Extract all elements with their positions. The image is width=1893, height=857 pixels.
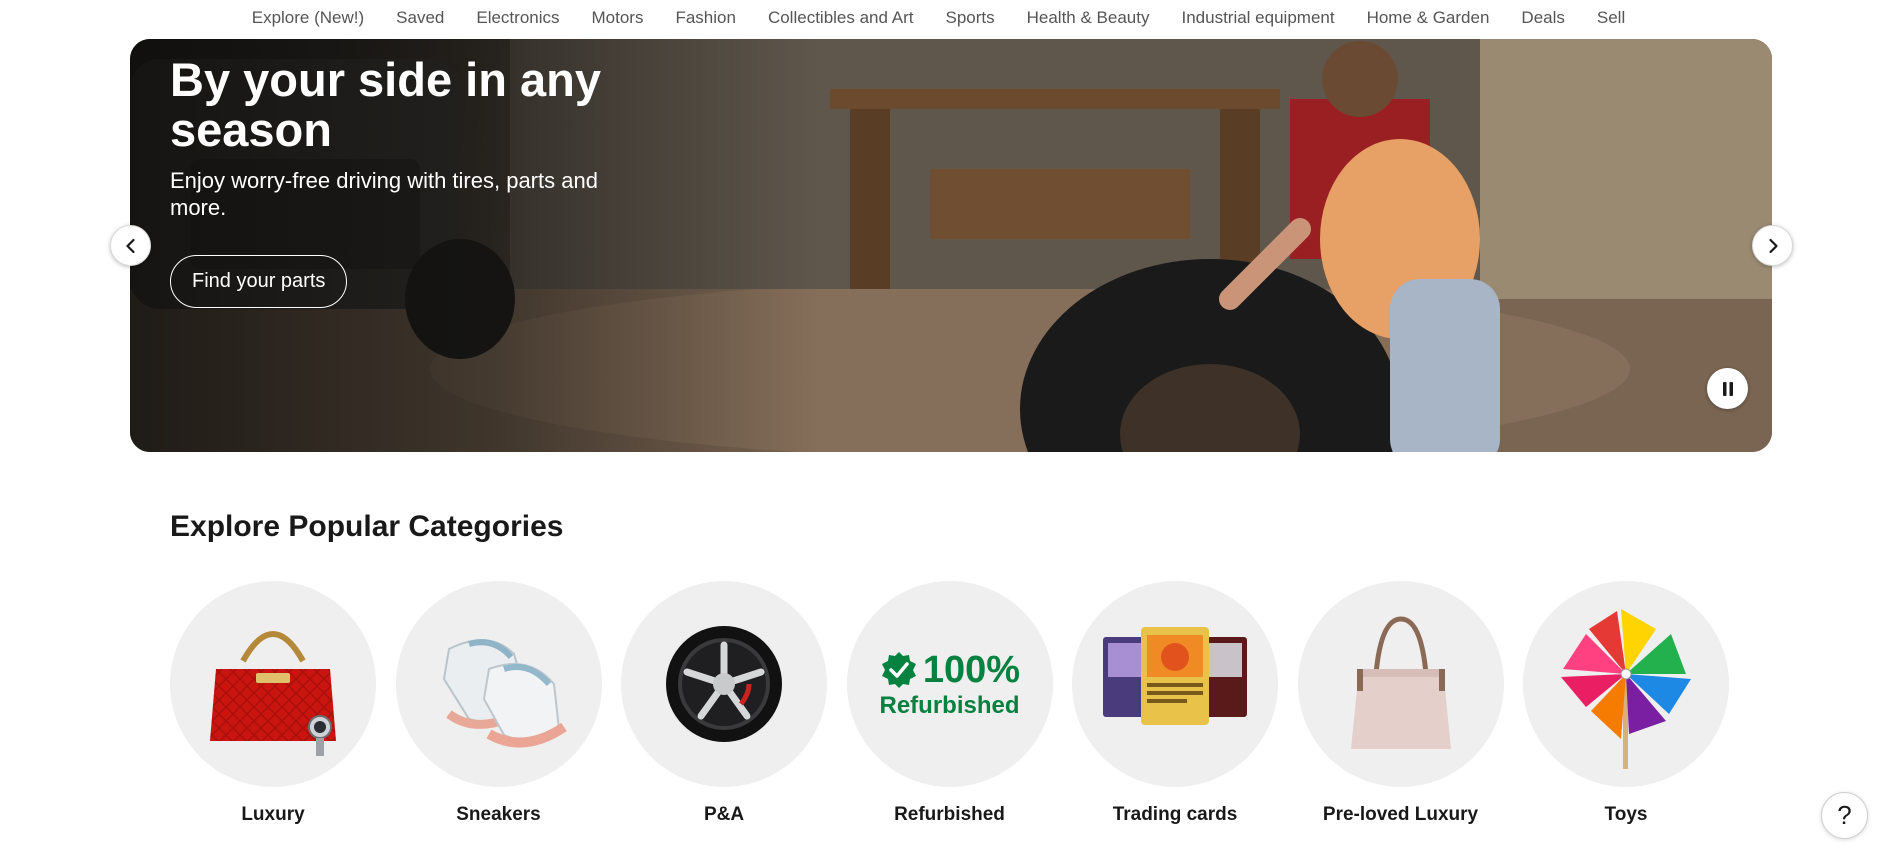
category-nav: Explore (New!) Saved Electronics Motors … — [0, 0, 1893, 36]
refurbished-badge-text: Refurbished — [879, 691, 1020, 719]
pinwheel-image — [1561, 609, 1691, 769]
category-toys[interactable]: Toys — [1523, 581, 1729, 826]
wheel-image — [666, 626, 782, 742]
category-list: Luxury Sneakers P&A 100% Refurbished Ref… — [170, 581, 1749, 826]
tote-bag-image — [1350, 616, 1451, 749]
nav-saved[interactable]: Saved — [396, 8, 444, 28]
check-badge-icon — [881, 652, 916, 688]
nav-electronics[interactable]: Electronics — [476, 8, 559, 28]
nav-health-beauty[interactable]: Health & Beauty — [1027, 8, 1150, 28]
nav-collectibles-art[interactable]: Collectibles and Art — [768, 8, 914, 28]
handbag-watch-image — [210, 631, 336, 756]
nav-sports[interactable]: Sports — [945, 8, 994, 28]
category-label: Pre-loved Luxury — [1322, 804, 1479, 825]
carousel-prev-button[interactable] — [110, 225, 151, 266]
refurbished-badge-percent: 100% — [922, 648, 1021, 691]
hero-banner[interactable]: By your side in any season Enjoy worry-f… — [130, 39, 1772, 452]
category-label: Refurbished — [894, 804, 1005, 825]
carousel-pause-button[interactable] — [1707, 368, 1748, 409]
nav-industrial-equipment[interactable]: Industrial equipment — [1181, 8, 1334, 28]
nav-motors[interactable]: Motors — [592, 8, 644, 28]
category-label: P&A — [703, 804, 745, 825]
nav-sell[interactable]: Sell — [1597, 8, 1625, 28]
category-label: Luxury — [241, 804, 305, 825]
help-button[interactable]: ? — [1821, 792, 1868, 839]
nav-fashion[interactable]: Fashion — [675, 8, 735, 28]
nav-home-garden[interactable]: Home & Garden — [1367, 8, 1490, 28]
category-label: Toys — [1604, 804, 1648, 825]
hero-subtitle: Enjoy worry-free driving with tires, par… — [170, 168, 598, 220]
pause-icon — [1722, 381, 1733, 396]
category-luxury[interactable]: Luxury — [170, 581, 376, 826]
category-trading-cards[interactable]: Trading cards — [1072, 581, 1278, 826]
sneakers-image — [442, 639, 567, 748]
carousel-next-button[interactable] — [1752, 225, 1793, 266]
trading-cards-image — [1103, 627, 1247, 725]
category-label: Trading cards — [1112, 804, 1238, 825]
refurbished-badge-image: 100% Refurbished — [879, 649, 1020, 720]
nav-deals[interactable]: Deals — [1521, 8, 1564, 28]
category-sneakers[interactable]: Sneakers — [395, 581, 602, 826]
hero-title: By your side in any season — [170, 53, 601, 156]
nav-explore[interactable]: Explore (New!) — [252, 8, 364, 28]
section-title: Explore Popular Categories — [170, 510, 564, 543]
find-your-parts-button[interactable]: Find your parts — [170, 255, 348, 308]
category-refurbished[interactable]: 100% Refurbished Refurbished — [846, 581, 1053, 826]
category-pre-loved-luxury[interactable]: Pre-loved Luxury — [1297, 581, 1504, 826]
chevron-right-icon — [1768, 238, 1778, 253]
category-parts-accessories[interactable]: P&A — [621, 581, 827, 826]
category-label: Sneakers — [456, 804, 541, 825]
chevron-left-icon — [125, 238, 135, 253]
